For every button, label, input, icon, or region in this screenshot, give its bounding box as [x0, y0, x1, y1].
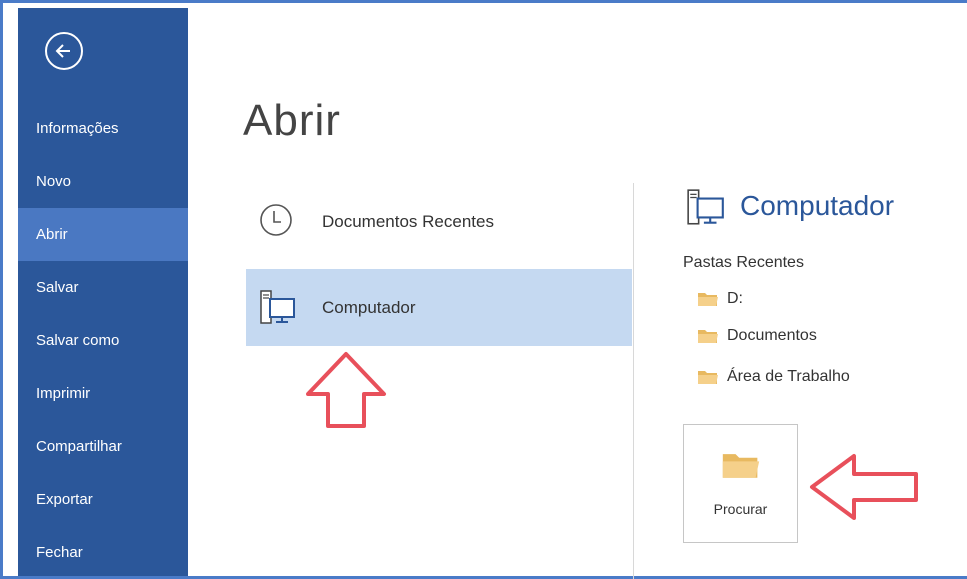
backstage-sidebar: Informações Novo Abrir Salvar Salvar com…: [18, 8, 188, 576]
folder-icon: [698, 330, 718, 343]
page-title: Abrir: [243, 96, 341, 145]
sidebar-item-exportar[interactable]: Exportar: [18, 473, 188, 526]
sidebar-item-abrir[interactable]: Abrir: [18, 208, 188, 261]
place-recent-documents[interactable]: Documentos Recentes: [246, 183, 632, 260]
place-label: Computador: [322, 298, 416, 317]
panel-divider: [633, 183, 634, 579]
recent-folders-heading: Pastas Recentes: [683, 254, 804, 271]
sidebar-item-compartilhar[interactable]: Compartilhar: [18, 420, 188, 473]
recent-folder-label: Documentos: [727, 327, 817, 344]
browse-label: Procurar: [713, 501, 768, 517]
right-panel-title: Computador: [740, 190, 895, 221]
recent-folder-label: Área de Trabalho: [727, 368, 850, 385]
clock-icon: [260, 204, 292, 236]
folder-icon: [722, 454, 760, 478]
sidebar-item-imprimir[interactable]: Imprimir: [18, 367, 188, 420]
folder-icon: [698, 371, 718, 384]
recent-folder-label: D:: [727, 290, 743, 307]
annotation-left-arrow-icon: [810, 454, 918, 520]
browse-button[interactable]: Procurar: [683, 424, 798, 543]
sidebar-item-salvar-como[interactable]: Salvar como: [18, 314, 188, 367]
place-computer[interactable]: Computador: [246, 269, 632, 346]
sidebar-item-novo[interactable]: Novo: [18, 155, 188, 208]
back-button[interactable]: [45, 32, 83, 70]
back-arrow-icon: [55, 44, 70, 58]
annotation-up-arrow-icon: [306, 352, 386, 428]
folder-icon: [698, 293, 718, 306]
place-label: Documentos Recentes: [322, 212, 494, 231]
sidebar-item-fechar[interactable]: Fechar: [18, 526, 188, 579]
sidebar-item-salvar[interactable]: Salvar: [18, 261, 188, 314]
computer-icon: [687, 189, 724, 225]
sidebar-item-informacoes[interactable]: Informações: [18, 102, 188, 155]
computer-icon: [260, 290, 295, 324]
